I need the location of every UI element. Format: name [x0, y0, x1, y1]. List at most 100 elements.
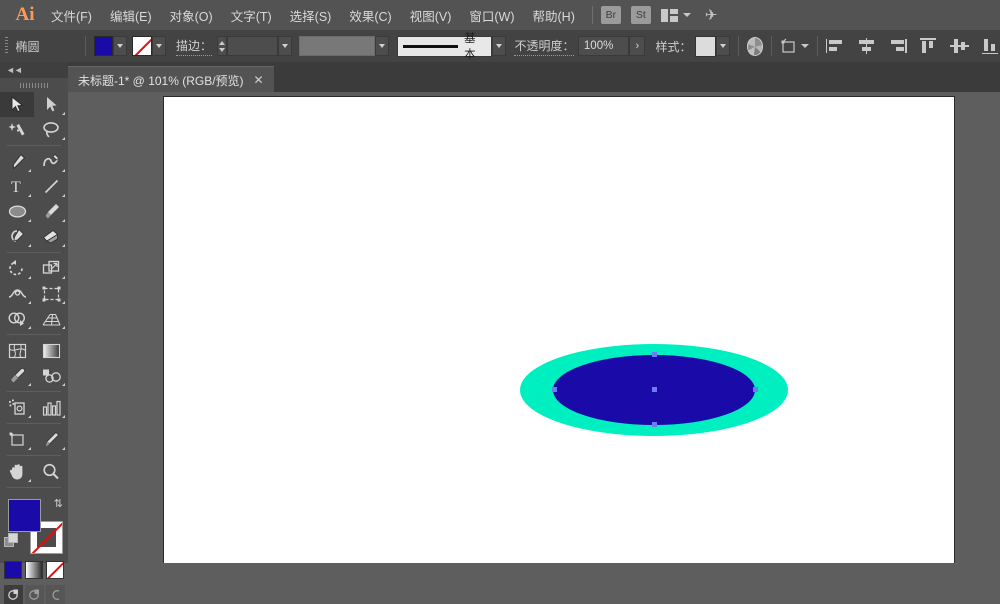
toolbar-fill-swatch[interactable]	[8, 499, 41, 532]
tool-pen[interactable]	[0, 149, 34, 174]
tool-symbol-sprayer[interactable]	[0, 395, 34, 420]
tool-group-corner-icon	[62, 194, 65, 197]
opacity-input[interactable]: 100%	[578, 36, 630, 56]
tool-curvature[interactable]	[34, 149, 68, 174]
tool-hand[interactable]	[0, 459, 34, 484]
stroke-dropdown-button[interactable]	[152, 36, 166, 56]
close-icon[interactable]: ✕	[254, 73, 264, 87]
tool-scale[interactable]	[34, 256, 68, 281]
color-mode-button[interactable]	[4, 561, 22, 579]
tools-divider	[7, 423, 61, 424]
tool-group-corner-icon	[28, 276, 31, 279]
tools-divider	[7, 487, 61, 488]
swap-fill-stroke-icon[interactable]: ⇅	[54, 497, 63, 510]
collapse-panel-icon[interactable]: ◄◄	[6, 65, 22, 75]
menu-view[interactable]: 视图(V)	[401, 2, 461, 29]
tool-group-corner-icon	[62, 169, 65, 172]
default-fill-stroke-icon[interactable]	[4, 533, 18, 547]
tools-panel-grip[interactable]	[0, 78, 68, 92]
selection-anchor[interactable]	[652, 422, 657, 427]
opacity-options-button[interactable]: ›	[629, 36, 645, 56]
tool-ellipse[interactable]	[0, 199, 34, 224]
fill-color-swatch[interactable]	[94, 36, 113, 56]
align-bottom-button[interactable]	[981, 38, 1000, 54]
canvas-area[interactable]	[68, 92, 1000, 563]
graphic-style-swatch[interactable]	[695, 36, 716, 57]
variable-width-profile-input[interactable]	[299, 36, 375, 56]
bridge-button[interactable]: Br	[601, 6, 621, 24]
tool-rotate[interactable]	[0, 256, 34, 281]
tool-direct-selection[interactable]	[34, 92, 68, 117]
document-tab[interactable]: 未标题-1* @ 101% (RGB/预览) ✕	[68, 66, 274, 93]
tool-group-corner-icon	[28, 169, 31, 172]
stroke-weight-stepper[interactable]	[217, 36, 227, 56]
tool-shape-builder[interactable]	[0, 306, 34, 331]
menu-effect[interactable]: 效果(C)	[340, 2, 400, 29]
chevron-down-icon	[379, 44, 385, 48]
brush-definition-display[interactable]: 基本	[397, 36, 491, 57]
menubar-divider	[592, 6, 593, 24]
tool-group-corner-icon	[28, 244, 31, 247]
menu-object[interactable]: 对象(O)	[161, 2, 222, 29]
tool-group-corner-icon	[62, 326, 65, 329]
control-bar-grip[interactable]	[5, 37, 8, 55]
tool-magic-wand[interactable]	[0, 117, 34, 142]
align-horizontal-center-button[interactable]	[857, 38, 876, 54]
brush-definition-dropdown[interactable]	[492, 36, 506, 56]
stock-button[interactable]: St	[631, 6, 651, 24]
control-divider-1	[85, 36, 86, 56]
fill-dropdown-button[interactable]	[113, 36, 127, 56]
control-divider-2	[738, 36, 739, 56]
selection-anchor[interactable]	[652, 387, 657, 392]
transform-button[interactable]	[780, 38, 809, 54]
draw-normal-button[interactable]	[4, 585, 23, 604]
tool-artboard[interactable]	[0, 427, 34, 452]
tools-panel-header[interactable]: ◄◄	[0, 62, 68, 78]
align-left-button[interactable]	[826, 38, 845, 54]
arrange-documents-button[interactable]	[661, 9, 691, 22]
tool-line-segment[interactable]	[34, 174, 68, 199]
sync-settings-icon[interactable]: ✈	[705, 6, 718, 24]
recolor-artwork-icon[interactable]	[747, 37, 764, 56]
tool-shaper[interactable]	[0, 224, 34, 249]
align-right-button[interactable]	[888, 38, 907, 54]
tool-gradient[interactable]	[34, 338, 68, 363]
artboard[interactable]	[163, 96, 955, 563]
align-top-button[interactable]	[919, 38, 938, 54]
stroke-weight-dropdown[interactable]	[278, 36, 292, 56]
selection-anchor[interactable]	[552, 387, 557, 392]
tool-lasso[interactable]	[34, 117, 68, 142]
menu-window[interactable]: 窗口(W)	[460, 2, 523, 29]
draw-behind-button[interactable]	[25, 585, 44, 604]
tool-column-graph[interactable]	[34, 395, 68, 420]
gradient-mode-button[interactable]	[25, 561, 43, 579]
tools-list: T	[0, 92, 68, 491]
tool-blend[interactable]	[34, 363, 68, 388]
stroke-color-swatch[interactable]	[132, 36, 151, 56]
tool-free-transform[interactable]	[34, 281, 68, 306]
tool-paintbrush[interactable]	[34, 199, 68, 224]
tool-perspective-grid[interactable]	[34, 306, 68, 331]
draw-inside-button[interactable]	[46, 585, 65, 604]
menu-file[interactable]: 文件(F)	[42, 2, 101, 29]
tool-selection[interactable]	[0, 92, 34, 117]
stroke-weight-input[interactable]	[227, 36, 279, 56]
menu-help[interactable]: 帮助(H)	[524, 2, 584, 29]
tool-zoom[interactable]	[34, 459, 68, 484]
selection-anchor[interactable]	[753, 387, 758, 392]
tool-eyedropper[interactable]	[0, 363, 34, 388]
tool-group-corner-icon	[28, 479, 31, 482]
variable-width-profile-dropdown[interactable]	[375, 36, 389, 56]
graphic-style-dropdown[interactable]	[716, 36, 730, 56]
tool-mesh[interactable]	[0, 338, 34, 363]
menu-select[interactable]: 选择(S)	[281, 2, 341, 29]
menu-type[interactable]: 文字(T)	[222, 2, 281, 29]
tool-width[interactable]	[0, 281, 34, 306]
tool-type[interactable]: T	[0, 174, 34, 199]
tool-slice[interactable]	[34, 427, 68, 452]
tool-eraser[interactable]	[34, 224, 68, 249]
none-mode-button[interactable]	[46, 561, 64, 579]
align-vertical-center-button[interactable]	[950, 38, 969, 54]
menu-edit[interactable]: 编辑(E)	[101, 2, 161, 29]
selection-anchor[interactable]	[652, 352, 657, 357]
